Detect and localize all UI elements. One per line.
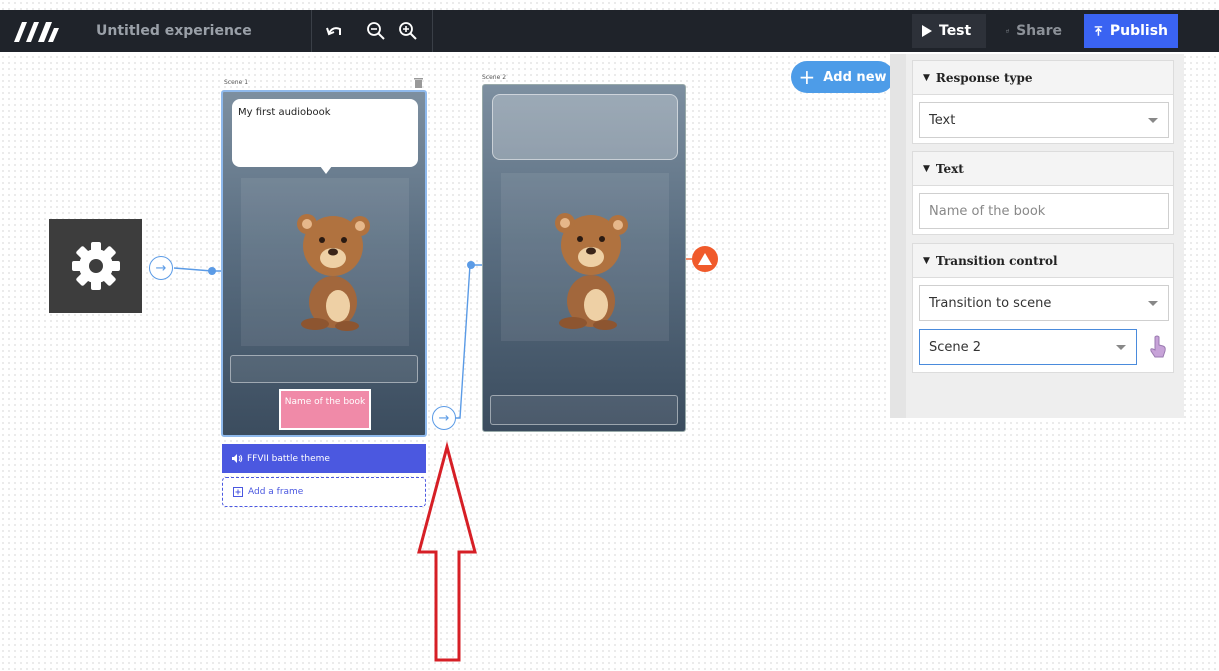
transition-mode-value: Transition to scene <box>929 295 1052 311</box>
bear-character-image <box>297 214 370 331</box>
response-type-title: Response type <box>935 70 1033 85</box>
text-header[interactable]: ▼ Text <box>913 152 1173 186</box>
properties-panel: ▼ Response type Text ▼ Text Name of the … <box>890 54 1184 418</box>
panel-scrollbar[interactable] <box>890 54 906 418</box>
text-title: Text <box>935 161 964 176</box>
scene2-card[interactable] <box>482 84 686 432</box>
start-settings-block[interactable] <box>49 219 142 313</box>
scene1-label: Scene 1 <box>224 79 249 86</box>
add-frame-button[interactable]: Add a frame <box>222 477 426 507</box>
collapse-triangle-icon: ▼ <box>923 72 930 83</box>
scene1-choice-button-label: Name of the book <box>284 397 366 407</box>
scene1-bubble-text: My first audiobook <box>238 107 331 118</box>
bear-character-image <box>555 213 628 330</box>
annotation-arrow <box>417 441 477 662</box>
collapse-triangle-icon: ▼ <box>923 255 930 266</box>
speaker-icon <box>232 454 243 463</box>
chevron-down-icon <box>1148 301 1158 306</box>
scene2-label: Scene 2 <box>482 74 507 81</box>
add-frame-label: Add a frame <box>248 487 304 497</box>
warning-icon[interactable] <box>692 246 718 272</box>
scene1-speech-bubble[interactable]: My first audiobook <box>232 99 418 174</box>
add-frame-icon <box>233 487 243 497</box>
target-scene-select[interactable]: Scene 2 <box>919 329 1137 365</box>
text-input[interactable]: Name of the book <box>919 193 1169 229</box>
scene2-speech-bubble[interactable] <box>492 94 678 160</box>
transition-mode-select[interactable]: Transition to scene <box>919 285 1169 321</box>
chevron-down-icon <box>1116 345 1126 350</box>
collapse-triangle-icon: ▼ <box>923 163 930 174</box>
scene1-output-port[interactable]: → <box>432 406 456 430</box>
add-new-button[interactable]: + Add new <box>791 61 894 93</box>
gear-icon <box>71 242 120 290</box>
response-type-section: ▼ Response type Text <box>912 60 1174 144</box>
trash-icon[interactable] <box>414 78 423 88</box>
response-type-header[interactable]: ▼ Response type <box>913 61 1173 95</box>
add-new-label: Add new <box>823 69 887 85</box>
scene1-card[interactable]: My first audiobook Name of the book <box>221 90 427 437</box>
scene1-input-dot[interactable] <box>208 267 216 275</box>
response-type-select[interactable]: Text <box>919 102 1169 138</box>
scene2-input-area[interactable] <box>490 395 678 425</box>
pointer-hand-icon[interactable] <box>1149 335 1167 359</box>
scene1-input-area[interactable] <box>230 355 418 383</box>
chevron-down-icon <box>1148 118 1158 123</box>
scene1-choice-button[interactable]: Name of the book <box>279 389 371 430</box>
text-section: ▼ Text Name of the book <box>912 151 1174 235</box>
target-scene-value: Scene 2 <box>929 339 982 355</box>
transition-control-title: Transition control <box>935 253 1058 268</box>
text-input-placeholder: Name of the book <box>929 203 1046 219</box>
audio-track-bar[interactable]: FFVII battle theme <box>222 444 426 473</box>
audio-track-label: FFVII battle theme <box>247 453 330 464</box>
plus-icon: + <box>798 65 816 89</box>
transition-control-section: ▼ Transition control Transition to scene… <box>912 243 1174 373</box>
transition-control-header[interactable]: ▼ Transition control <box>913 244 1173 278</box>
scene2-input-dot[interactable] <box>467 261 475 269</box>
response-type-value: Text <box>929 112 956 128</box>
start-output-port[interactable]: → <box>149 256 173 280</box>
